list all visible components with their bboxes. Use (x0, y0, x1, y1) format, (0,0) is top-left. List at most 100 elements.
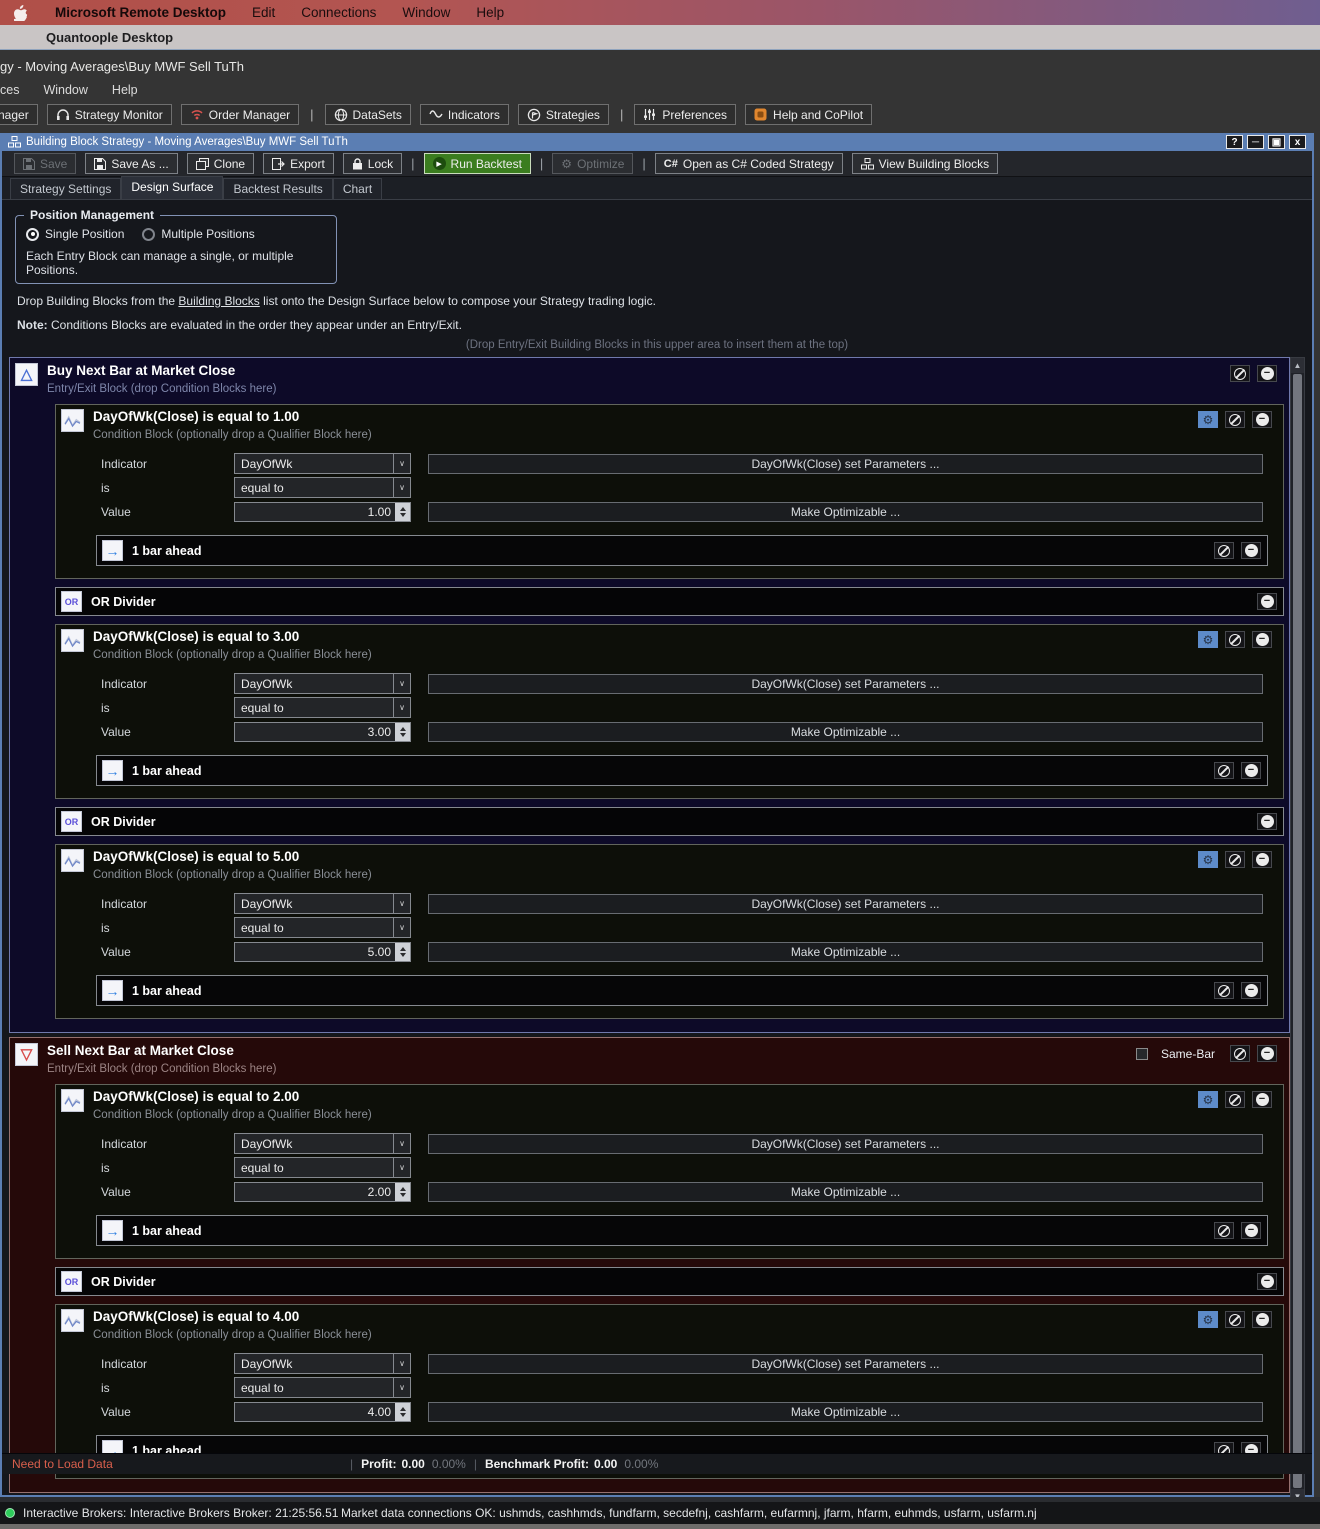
indicator-dropdown[interactable]: DayOfWk∨ (234, 453, 411, 474)
strategies-button[interactable]: Strategies (518, 104, 609, 125)
host-menu-item-help[interactable]: Help (112, 83, 138, 97)
save-button[interactable]: Save (14, 153, 76, 174)
indicator-dropdown[interactable]: DayOfWk∨ (234, 1353, 411, 1374)
condition-block[interactable]: DayOfWk(Close) is equal to 1.00 Conditio… (55, 404, 1284, 579)
maximize-button[interactable]: ▣ (1268, 135, 1285, 149)
remove-bar-ahead-button[interactable]: − (1241, 1222, 1261, 1239)
bar-ahead-block[interactable]: → 1 bar ahead − (96, 975, 1268, 1006)
value-spinner[interactable]: 2.00 (234, 1182, 411, 1202)
bar-ahead-block[interactable]: → 1 bar ahead − (96, 535, 1268, 566)
optimize-condition-button[interactable]: ⚙ (1198, 1311, 1218, 1328)
optimize-condition-button[interactable]: ⚙ (1198, 851, 1218, 868)
make-optimizable-button[interactable]: Make Optimizable ... (428, 502, 1263, 522)
order-manager-button[interactable]: Order Manager (181, 104, 299, 125)
remove-block-button[interactable]: − (1257, 365, 1277, 382)
multiple-positions-radio[interactable]: Multiple Positions (142, 227, 254, 241)
indicator-dropdown[interactable]: DayOfWk∨ (234, 893, 411, 914)
buy-entry-block[interactable]: △ Buy Next Bar at Market Close Entry/Exi… (9, 357, 1290, 1033)
condition-block[interactable]: DayOfWk(Close) is equal to 2.00 Conditio… (55, 1084, 1284, 1259)
account-manager-button[interactable]: nager (0, 104, 38, 125)
or-divider-block[interactable]: OR OR Divider − (55, 1267, 1284, 1296)
operator-dropdown[interactable]: equal to∨ (234, 477, 411, 498)
tab-backtest-results[interactable]: Backtest Results (223, 178, 332, 199)
make-optimizable-button[interactable]: Make Optimizable ... (428, 1402, 1263, 1422)
view-building-blocks-button[interactable]: View Building Blocks (852, 153, 999, 174)
remove-block-button[interactable]: − (1257, 1045, 1277, 1062)
value-spinner[interactable]: 3.00 (234, 722, 411, 742)
tab-chart[interactable]: Chart (333, 178, 382, 199)
menubar-app-name[interactable]: Microsoft Remote Desktop (55, 5, 226, 20)
optimize-button[interactable]: ⚙ Optimize (552, 153, 633, 174)
disable-bar-ahead-button[interactable] (1214, 542, 1234, 559)
menubar-item-window[interactable]: Window (402, 5, 450, 20)
tab-strategy-settings[interactable]: Strategy Settings (10, 178, 121, 199)
set-parameters-button[interactable]: DayOfWk(Close) set Parameters ... (428, 454, 1263, 474)
window-titlebar[interactable]: Building Block Strategy - Moving Average… (2, 133, 1312, 151)
same-bar-checkbox[interactable] (1136, 1048, 1148, 1060)
set-parameters-button[interactable]: DayOfWk(Close) set Parameters ... (428, 1354, 1263, 1374)
vertical-scrollbar[interactable]: ▲ ▼ (1290, 357, 1305, 1505)
spinner-arrows-icon[interactable] (395, 503, 410, 521)
optimize-condition-button[interactable]: ⚙ (1198, 631, 1218, 648)
or-divider-block[interactable]: OR OR Divider − (55, 807, 1284, 836)
operator-dropdown[interactable]: equal to∨ (234, 1377, 411, 1398)
building-blocks-link[interactable]: Building Blocks (178, 294, 259, 308)
menubar-item-connections[interactable]: Connections (301, 5, 376, 20)
disable-bar-ahead-button[interactable] (1214, 1222, 1234, 1239)
value-spinner[interactable]: 4.00 (234, 1402, 411, 1422)
disable-block-button[interactable] (1230, 1045, 1250, 1062)
remove-condition-button[interactable]: − (1252, 1091, 1272, 1108)
menubar-item-edit[interactable]: Edit (252, 5, 275, 20)
remove-bar-ahead-button[interactable]: − (1241, 542, 1261, 559)
disable-condition-button[interactable] (1225, 851, 1245, 868)
condition-block[interactable]: DayOfWk(Close) is equal to 3.00 Conditio… (55, 624, 1284, 799)
strategy-monitor-button[interactable]: Strategy Monitor (47, 104, 172, 125)
make-optimizable-button[interactable]: Make Optimizable ... (428, 1182, 1263, 1202)
single-position-radio[interactable]: Single Position (26, 227, 124, 241)
optimize-condition-button[interactable]: ⚙ (1198, 1091, 1218, 1108)
disable-condition-button[interactable] (1225, 1311, 1245, 1328)
or-divider-block[interactable]: OR OR Divider − (55, 587, 1284, 616)
spinner-arrows-icon[interactable] (395, 723, 410, 741)
close-button[interactable]: x (1289, 135, 1306, 149)
make-optimizable-button[interactable]: Make Optimizable ... (428, 722, 1263, 742)
lock-button[interactable]: Lock (343, 153, 402, 174)
menubar-item-help[interactable]: Help (476, 5, 504, 20)
help-copilot-button[interactable]: Help and CoPilot (745, 104, 872, 125)
optimize-condition-button[interactable]: ⚙ (1198, 411, 1218, 428)
remove-or-divider-button[interactable]: − (1257, 1273, 1277, 1290)
clone-button[interactable]: Clone (187, 153, 254, 174)
disable-bar-ahead-button[interactable] (1214, 762, 1234, 779)
disable-block-button[interactable] (1230, 365, 1250, 382)
host-menu-item-partial[interactable]: ces (0, 83, 19, 97)
indicator-dropdown[interactable]: DayOfWk∨ (234, 1133, 411, 1154)
set-parameters-button[interactable]: DayOfWk(Close) set Parameters ... (428, 1134, 1263, 1154)
set-parameters-button[interactable]: DayOfWk(Close) set Parameters ... (428, 894, 1263, 914)
tab-design-surface[interactable]: Design Surface (121, 176, 223, 199)
value-spinner[interactable]: 5.00 (234, 942, 411, 962)
disable-condition-button[interactable] (1225, 631, 1245, 648)
remove-or-divider-button[interactable]: − (1257, 593, 1277, 610)
scroll-up-icon[interactable]: ▲ (1291, 358, 1304, 373)
apple-logo-icon[interactable] (14, 5, 29, 21)
disable-condition-button[interactable] (1225, 411, 1245, 428)
disable-bar-ahead-button[interactable] (1214, 982, 1234, 999)
disable-condition-button[interactable] (1225, 1091, 1245, 1108)
help-window-button[interactable]: ? (1226, 135, 1243, 149)
export-button[interactable]: Export (263, 153, 334, 174)
make-optimizable-button[interactable]: Make Optimizable ... (428, 942, 1263, 962)
indicator-dropdown[interactable]: DayOfWk∨ (234, 673, 411, 694)
spinner-arrows-icon[interactable] (395, 1183, 410, 1201)
operator-dropdown[interactable]: equal to∨ (234, 697, 411, 718)
spinner-arrows-icon[interactable] (395, 1403, 410, 1421)
save-as-button[interactable]: Save As ... (85, 153, 177, 174)
indicators-button[interactable]: Indicators (420, 104, 509, 125)
remove-condition-button[interactable]: − (1252, 851, 1272, 868)
remove-condition-button[interactable]: − (1252, 1311, 1272, 1328)
remove-bar-ahead-button[interactable]: − (1241, 762, 1261, 779)
remove-or-divider-button[interactable]: − (1257, 813, 1277, 830)
spinner-arrows-icon[interactable] (395, 943, 410, 961)
open-csharp-button[interactable]: C# Open as C# Coded Strategy (655, 153, 843, 174)
bar-ahead-block[interactable]: → 1 bar ahead − (96, 755, 1268, 786)
remove-condition-button[interactable]: − (1252, 631, 1272, 648)
